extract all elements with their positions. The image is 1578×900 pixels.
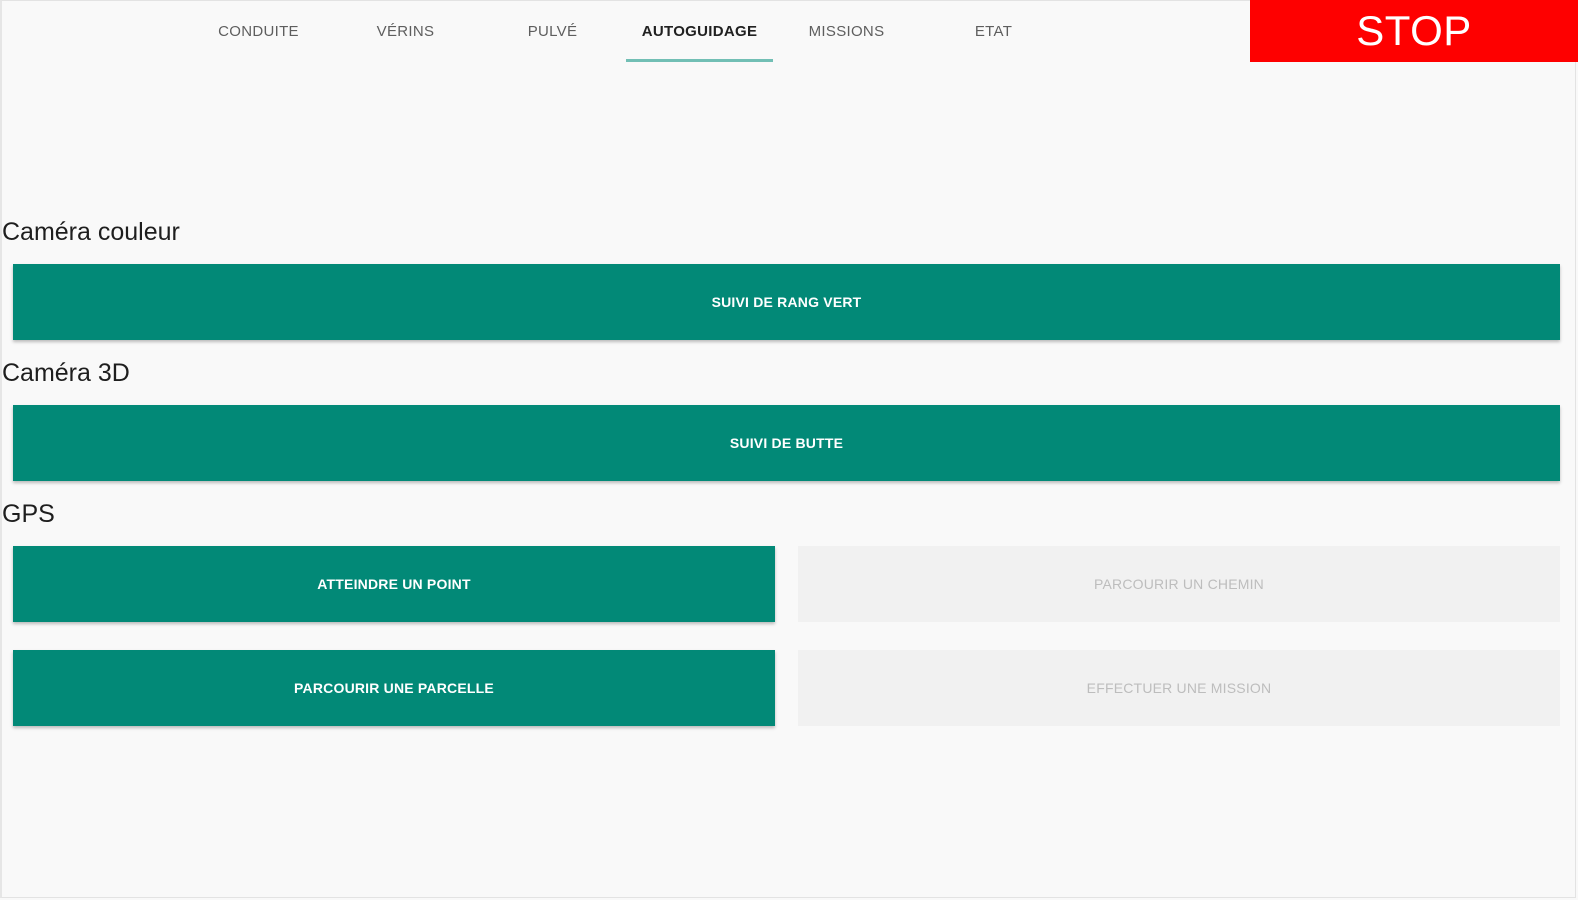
suivi-butte-button[interactable]: SUIVI DE BUTTE (13, 405, 1560, 481)
effectuer-mission-button[interactable]: EFFECTUER UNE MISSION (798, 650, 1560, 726)
tab-verins[interactable]: VÉRINS (332, 0, 479, 62)
tab-autoguidage[interactable]: AUTOGUIDAGE (626, 0, 773, 62)
tab-pulve[interactable]: PULVÉ (479, 0, 626, 62)
section-label-camera-3d: Caméra 3D (2, 359, 130, 387)
tab-etat[interactable]: ETAT (920, 0, 1067, 62)
tab-bar: CONDUITE VÉRINS PULVÉ AUTOGUIDAGE MISSIO… (0, 0, 1250, 62)
stop-button[interactable]: STOP (1250, 0, 1578, 62)
parcourir-parcelle-button[interactable]: PARCOURIR UNE PARCELLE (13, 650, 775, 726)
suivi-rang-vert-button[interactable]: SUIVI DE RANG VERT (13, 264, 1560, 340)
atteindre-point-button[interactable]: ATTEINDRE UN POINT (13, 546, 775, 622)
tab-conduite[interactable]: CONDUITE (185, 0, 332, 62)
parcourir-chemin-button[interactable]: PARCOURIR UN CHEMIN (798, 546, 1560, 622)
section-label-camera-couleur: Caméra couleur (2, 218, 180, 246)
section-label-gps: GPS (2, 500, 55, 528)
tab-missions[interactable]: MISSIONS (773, 0, 920, 62)
